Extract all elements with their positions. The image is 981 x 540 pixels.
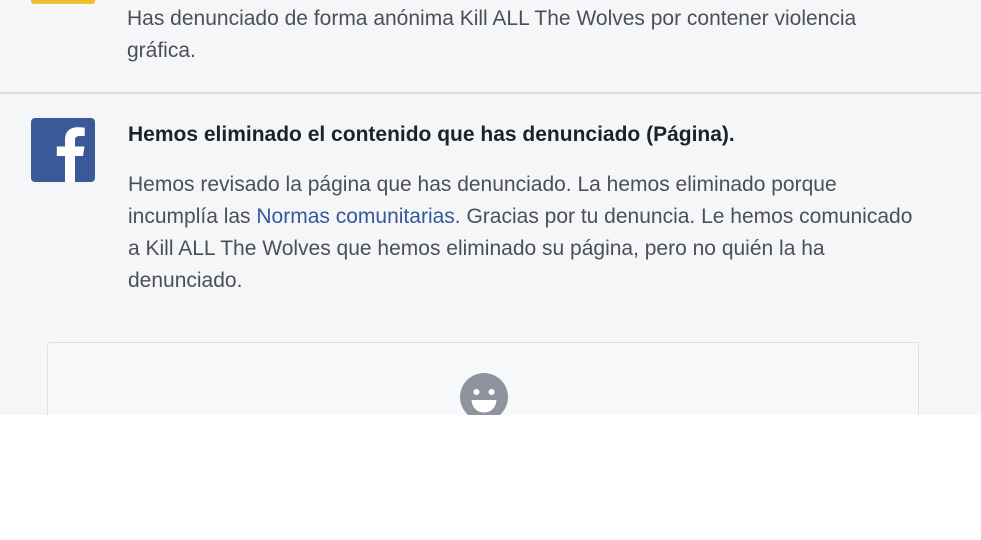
smiley-face-icon[interactable]	[459, 372, 509, 415]
previous-notification-text: Has denunciado de forma anónima Kill ALL…	[127, 7, 857, 62]
notification-body: Hemos revisado la página que has denunci…	[128, 169, 918, 297]
community-standards-link[interactable]: Normas comunitarias	[256, 205, 454, 228]
support-inbox-panel: Has denunciado de forma anónima Kill ALL…	[0, 0, 981, 415]
notification-divider	[0, 92, 981, 94]
feedback-card	[47, 342, 919, 415]
facebook-logo-icon	[31, 118, 95, 182]
notification-title: Hemos eliminado el contenido que has den…	[128, 123, 735, 146]
reported-page-thumbnail	[31, 0, 95, 4]
